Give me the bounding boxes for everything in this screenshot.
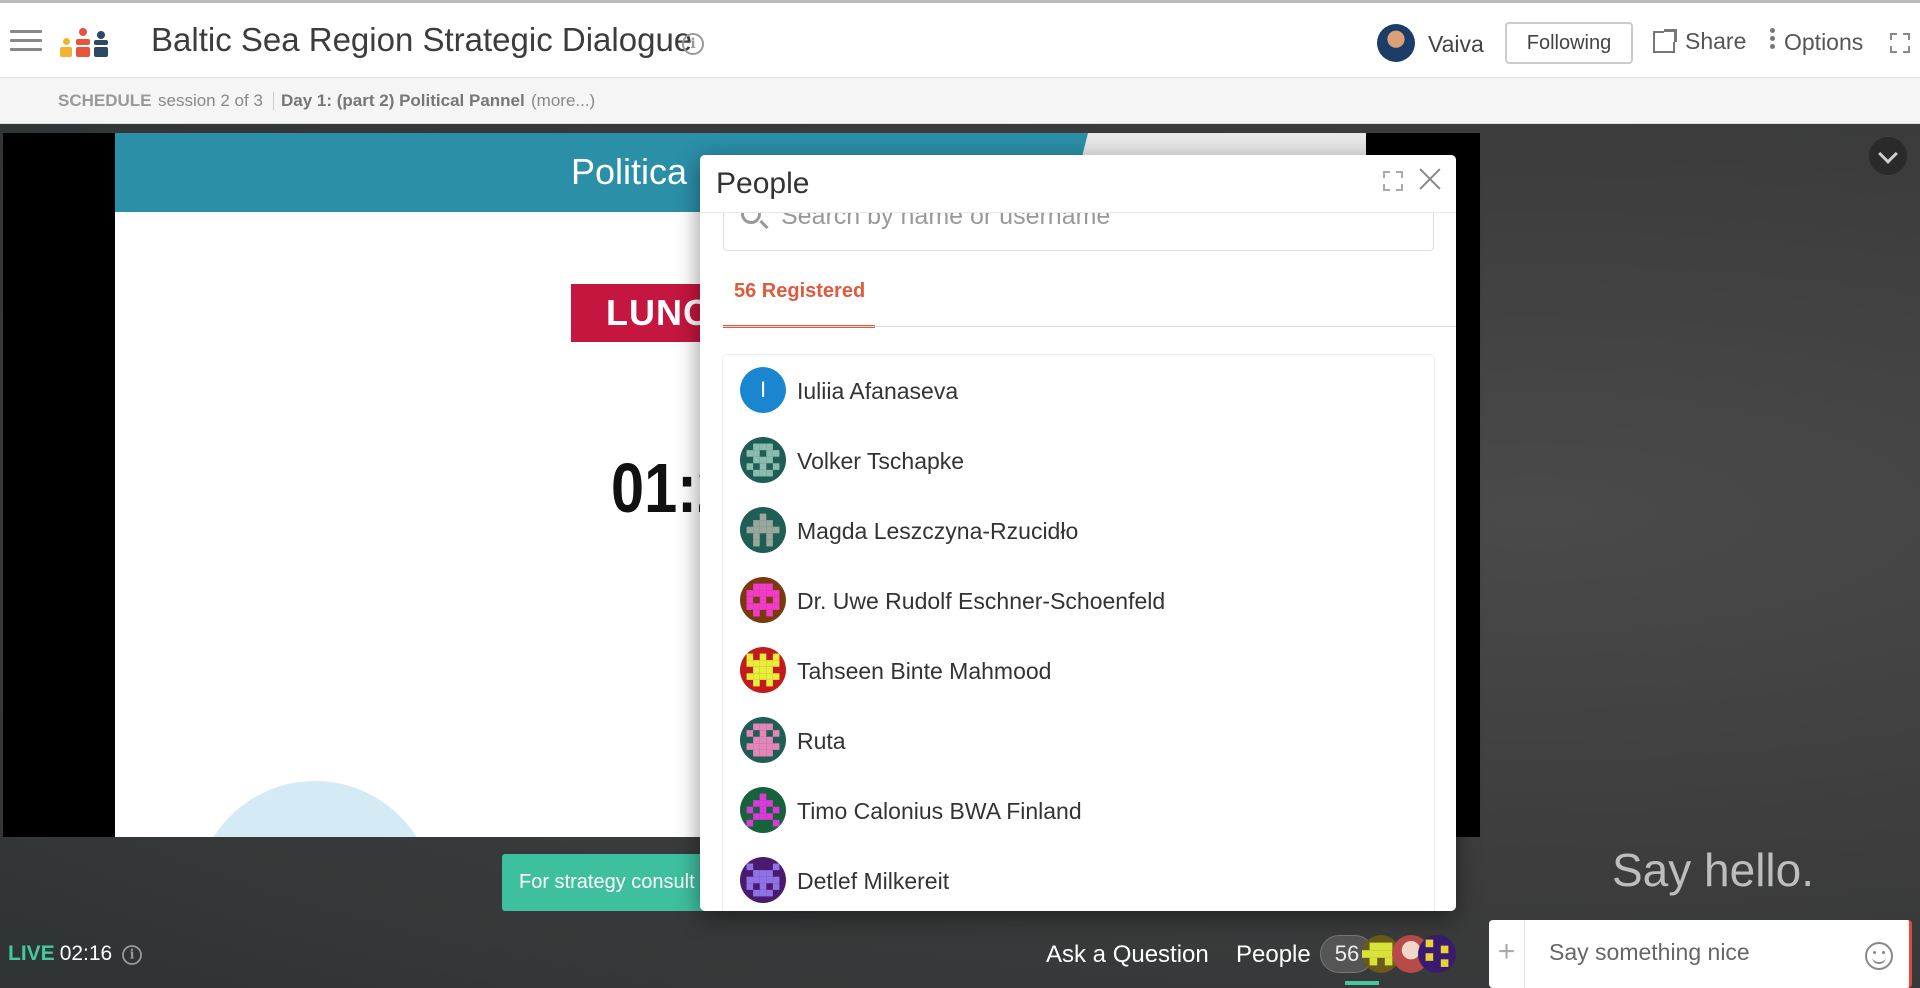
avatar: I: [740, 367, 786, 413]
say-hello-text: Say hello.: [1612, 844, 1815, 896]
avatar: [740, 437, 786, 483]
share-label: Share: [1685, 28, 1747, 54]
schedule-label[interactable]: SCHEDULE: [58, 78, 152, 124]
modal-title: People: [716, 167, 810, 200]
live-label: LIVE: [8, 942, 55, 965]
ask-question-button[interactable]: Ask a Question: [1046, 941, 1209, 969]
list-item[interactable]: Magda Leszczyna-Rzucidło: [723, 495, 1434, 565]
plus-icon[interactable]: +: [1489, 920, 1525, 988]
list-item[interactable]: Volker Tschapke: [723, 425, 1434, 495]
share-button[interactable]: Share: [1653, 28, 1746, 55]
session-title: Day 1: (part 2) Political Pannel: [281, 91, 525, 110]
person-name: Volker Tschapke: [797, 448, 965, 474]
modal-header: People: [700, 155, 1456, 213]
logo-icon[interactable]: [60, 27, 120, 59]
person-name: Magda Leszczyna-Rzucidło: [797, 518, 1079, 544]
people-button[interactable]: People: [1236, 941, 1311, 969]
live-time: 02:16: [59, 942, 113, 965]
list-item[interactable]: I Iuliia Afanaseva: [723, 355, 1434, 425]
schedule-bar: SCHEDULE session 2 of 3 Day 1: (part 2) …: [0, 78, 1920, 124]
person-name: Ruta: [797, 728, 846, 754]
avatar: [740, 577, 786, 623]
options-label: Options: [1784, 29, 1864, 55]
following-button[interactable]: Following: [1505, 22, 1633, 64]
person-name: Dr. Uwe Rudolf Eschner-Schoenfeld: [797, 588, 1166, 614]
user-name[interactable]: Vaiva: [1428, 31, 1484, 58]
people-list: I Iuliia Afanaseva Volker Tschapke Magda Le…: [723, 355, 1434, 911]
avatar-initial: I: [740, 367, 786, 413]
divider: [273, 92, 274, 110]
person-name: Detlef Milkereit: [797, 868, 950, 894]
list-item[interactable]: Ruta: [723, 705, 1434, 775]
divider: [723, 326, 1456, 327]
fullscreen-icon[interactable]: [1890, 33, 1910, 53]
info-icon[interactable]: i: [682, 33, 704, 55]
top-bar: Baltic Sea Region Strategic Dialogue i V…: [0, 0, 1920, 78]
tab-registered[interactable]: 56 Registered: [723, 280, 875, 328]
options-button[interactable]: Options: [1770, 28, 1863, 56]
chevron-down-icon[interactable]: [1869, 137, 1907, 175]
close-icon[interactable]: [1416, 165, 1444, 193]
people-modal: People 56 Registered I Iuliia Afanaseva Vo…: [700, 155, 1456, 911]
list-item[interactable]: Dr. Uwe Rudolf Eschner-Schoenfeld: [723, 565, 1434, 635]
more-link[interactable]: (more...): [531, 78, 595, 124]
person-name: Iuliia Afanaseva: [797, 378, 959, 404]
emoji-icon[interactable]: [1865, 942, 1893, 970]
slide-title: Politica: [571, 151, 688, 192]
more-vertical-icon: [1770, 28, 1776, 52]
menu-icon[interactable]: [10, 30, 42, 52]
share-icon: [1653, 29, 1677, 53]
avatar: [740, 787, 786, 833]
chat-composer: +: [1489, 920, 1912, 988]
info-icon[interactable]: i: [122, 945, 142, 965]
avatar: [740, 857, 786, 903]
people-tab-indicator: [1345, 981, 1379, 985]
avatar: [740, 717, 786, 763]
person-name: Tahseen Binte Mahmood: [797, 658, 1052, 684]
page-title: Baltic Sea Region Strategic Dialogue: [151, 21, 693, 58]
session-counter: session 2 of 3: [158, 91, 263, 110]
list-item[interactable]: Tahseen Binte Mahmood: [723, 635, 1434, 705]
live-indicator: LIVE 02:16: [8, 942, 112, 966]
list-item[interactable]: Timo Calonius BWA Finland: [723, 775, 1434, 845]
avatar[interactable]: [1418, 935, 1456, 973]
user-avatar[interactable]: [1377, 24, 1415, 62]
expand-icon[interactable]: [1383, 171, 1403, 191]
chat-input[interactable]: [1549, 939, 1849, 966]
decorative-circle: [195, 781, 435, 837]
avatar: [740, 647, 786, 693]
person-name: Timo Calonius BWA Finland: [797, 798, 1082, 824]
avatar: [740, 507, 786, 553]
tab-label: 56 Registered: [734, 280, 866, 302]
list-item[interactable]: Detlef Milkereit: [723, 845, 1434, 911]
